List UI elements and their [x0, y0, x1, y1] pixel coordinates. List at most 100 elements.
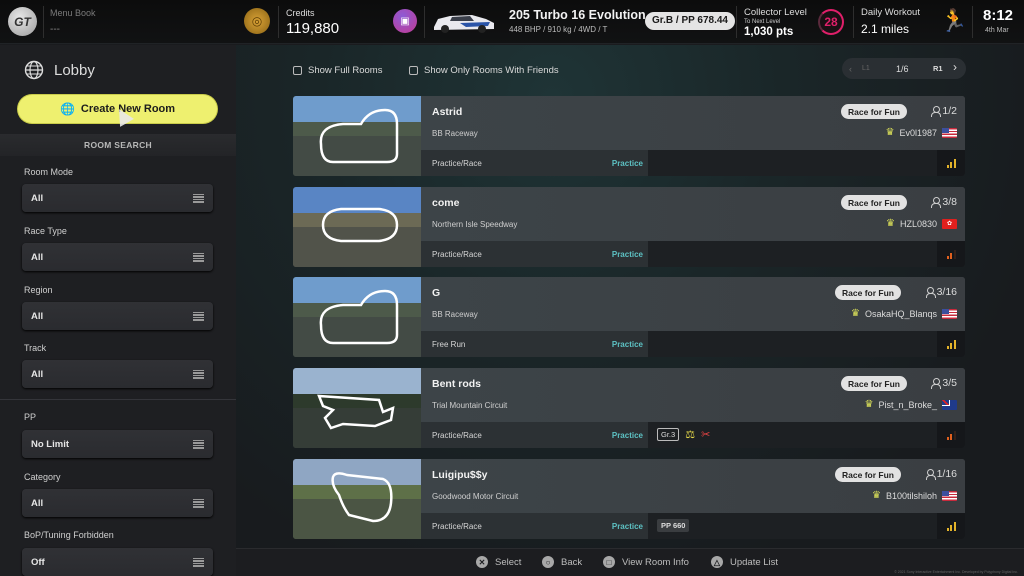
room-name: Astrid: [432, 106, 463, 118]
credits-coin-icon: ◎: [244, 8, 270, 34]
category-tag: Gr.3: [657, 428, 680, 441]
room-type-badge: Race for Fun: [835, 467, 901, 482]
hint-view-room-info[interactable]: □ View Room Info: [603, 556, 689, 568]
hint-label: Update List: [730, 556, 779, 568]
crown-icon: ♛: [885, 127, 895, 138]
room-status: Practice: [611, 250, 643, 259]
prev-page-button[interactable]: L1: [862, 65, 870, 72]
player-count: 3/8: [931, 196, 957, 208]
room-host: ♛ Pist_n_Broke_: [864, 399, 957, 410]
show-full-rooms-checkbox[interactable]: Show Full Rooms: [293, 65, 382, 76]
flag-nz-icon: [942, 399, 957, 410]
hint-label: Back: [561, 556, 583, 568]
filter-bop-select[interactable]: Off: [22, 548, 213, 576]
room-mode: Practice/Race: [432, 431, 482, 440]
filter-race-type-select[interactable]: All: [22, 243, 213, 271]
list-icon: [193, 498, 204, 508]
player-count-value: 3/8: [942, 196, 957, 208]
button-hints-bar: ✕ Select ○ Back □ View Room Info △ Update Li…: [236, 548, 1024, 576]
show-friends-rooms-checkbox[interactable]: Show Only Rooms With Friends: [409, 65, 559, 76]
room-card[interactable]: Bent rods Trial Mountain Circuit Race fo…: [293, 368, 965, 448]
room-status: Practice: [611, 522, 643, 531]
filter-room-mode-select[interactable]: All: [22, 184, 213, 212]
filter-label-room-mode: Room Mode: [24, 167, 74, 177]
room-type-badge: Race for Fun: [835, 285, 901, 300]
prev-page-chevron-icon[interactable]: ‹: [849, 64, 852, 74]
room-host: ♛ Ev0l1987: [885, 127, 957, 138]
hint-update-list[interactable]: △ Update List: [711, 556, 778, 568]
room-card-footer: Practice/Race Practice: [421, 150, 965, 176]
room-card-footer: Practice/Race Practice: [421, 241, 965, 267]
player-count-value: 3/5: [942, 377, 957, 389]
player-count: 3/5: [931, 377, 957, 389]
person-icon: [931, 378, 942, 389]
filter-region-select[interactable]: All: [22, 302, 213, 330]
gift-car-icon[interactable]: ▣: [393, 9, 417, 33]
room-type-badge: Race for Fun: [841, 376, 907, 391]
checkbox-icon: [409, 66, 418, 75]
divider: [853, 6, 854, 38]
gt-logo-icon[interactable]: GT: [8, 7, 37, 36]
flag-hk-icon: ✿: [942, 218, 957, 229]
room-card-header: come Northern Isle Speedway Race for Fun…: [421, 187, 965, 241]
room-status: Practice: [611, 431, 643, 440]
room-search-header: ROOM SEARCH: [0, 134, 236, 156]
host-name: OsakaHQ_Blanqs: [864, 308, 937, 319]
player-count: 3/16: [925, 286, 957, 298]
filter-label-bop: BoP/Tuning Forbidden: [24, 530, 114, 540]
room-card[interactable]: Astrid BB Raceway Race for Fun 1/2 ♛ Ev0l…: [293, 96, 965, 176]
connection-signal-icon: [937, 513, 965, 539]
crown-icon: ♛: [871, 490, 881, 501]
hint-back[interactable]: ○ Back: [542, 556, 582, 568]
list-icon: [193, 369, 204, 379]
mode-section: Practice/Race Practice: [421, 513, 648, 539]
player-count-value: 1/2: [942, 105, 957, 117]
mode-section: Free Run Practice: [421, 331, 648, 357]
player-count-value: 3/16: [936, 286, 957, 298]
track-name: Northern Isle Speedway: [432, 220, 518, 229]
person-icon: [931, 197, 942, 208]
next-page-chevron-icon[interactable]: ›: [953, 60, 957, 74]
top-status-bar: GT Menu Book --- ◎ Credits 119,880 ▣ 205…: [0, 0, 1024, 44]
next-page-button[interactable]: R1: [933, 64, 943, 73]
room-card-footer: Free Run Practice: [421, 331, 965, 357]
room-type-badge: Race for Fun: [841, 195, 907, 210]
host-name: B100tilshiloh: [885, 490, 937, 501]
room-mode: Practice/Race: [432, 522, 482, 531]
flag-us-icon: [942, 308, 957, 319]
square-button-icon: □: [603, 556, 615, 568]
crown-icon: ♛: [864, 399, 874, 410]
person-icon: [925, 469, 936, 480]
lobby-header: Lobby: [24, 60, 95, 80]
filter-label-pp: PP: [24, 412, 37, 422]
hint-select[interactable]: ✕ Select: [476, 556, 521, 568]
person-icon: [931, 106, 942, 117]
room-card[interactable]: come Northern Isle Speedway Race for Fun…: [293, 187, 965, 267]
filter-value: All: [31, 497, 44, 509]
person-icon: [925, 287, 936, 298]
room-tags: Gr.3 ⚖ ✂: [657, 428, 710, 441]
track-thumbnail: [293, 277, 421, 357]
room-card[interactable]: G BB Raceway Race for Fun 3/16 ♛ OsakaHQ_…: [293, 277, 965, 357]
host-name: Ev0l1987: [899, 127, 937, 138]
filter-label-track: Track: [24, 343, 47, 353]
mode-section: Practice/Race Practice: [421, 422, 648, 448]
filter-value: All: [31, 310, 44, 322]
filter-track-select[interactable]: All: [22, 360, 213, 388]
crown-icon: ♛: [850, 308, 860, 319]
current-car-thumbnail[interactable]: [430, 9, 498, 35]
circle-button-icon: ○: [542, 556, 554, 568]
collector-level-badge: 28: [818, 9, 844, 35]
filter-pp-select[interactable]: No Limit: [22, 430, 213, 458]
connection-signal-icon: [937, 331, 965, 357]
player-count: 1/2: [931, 105, 957, 117]
track-thumbnail: [293, 187, 421, 267]
filter-category-select[interactable]: All: [22, 489, 213, 517]
room-host: ♛ B100tilshiloh: [872, 490, 957, 501]
bop-scale-icon: ⚖: [685, 429, 696, 441]
room-host: ♛ OsakaHQ_Blanqs: [851, 308, 957, 319]
player-count-value: 1/16: [936, 468, 957, 480]
room-mode: Practice/Race: [432, 250, 482, 259]
room-mode: Free Run: [432, 340, 466, 349]
room-card[interactable]: Luigipu$$y Goodwood Motor Circuit Race f…: [293, 459, 965, 539]
